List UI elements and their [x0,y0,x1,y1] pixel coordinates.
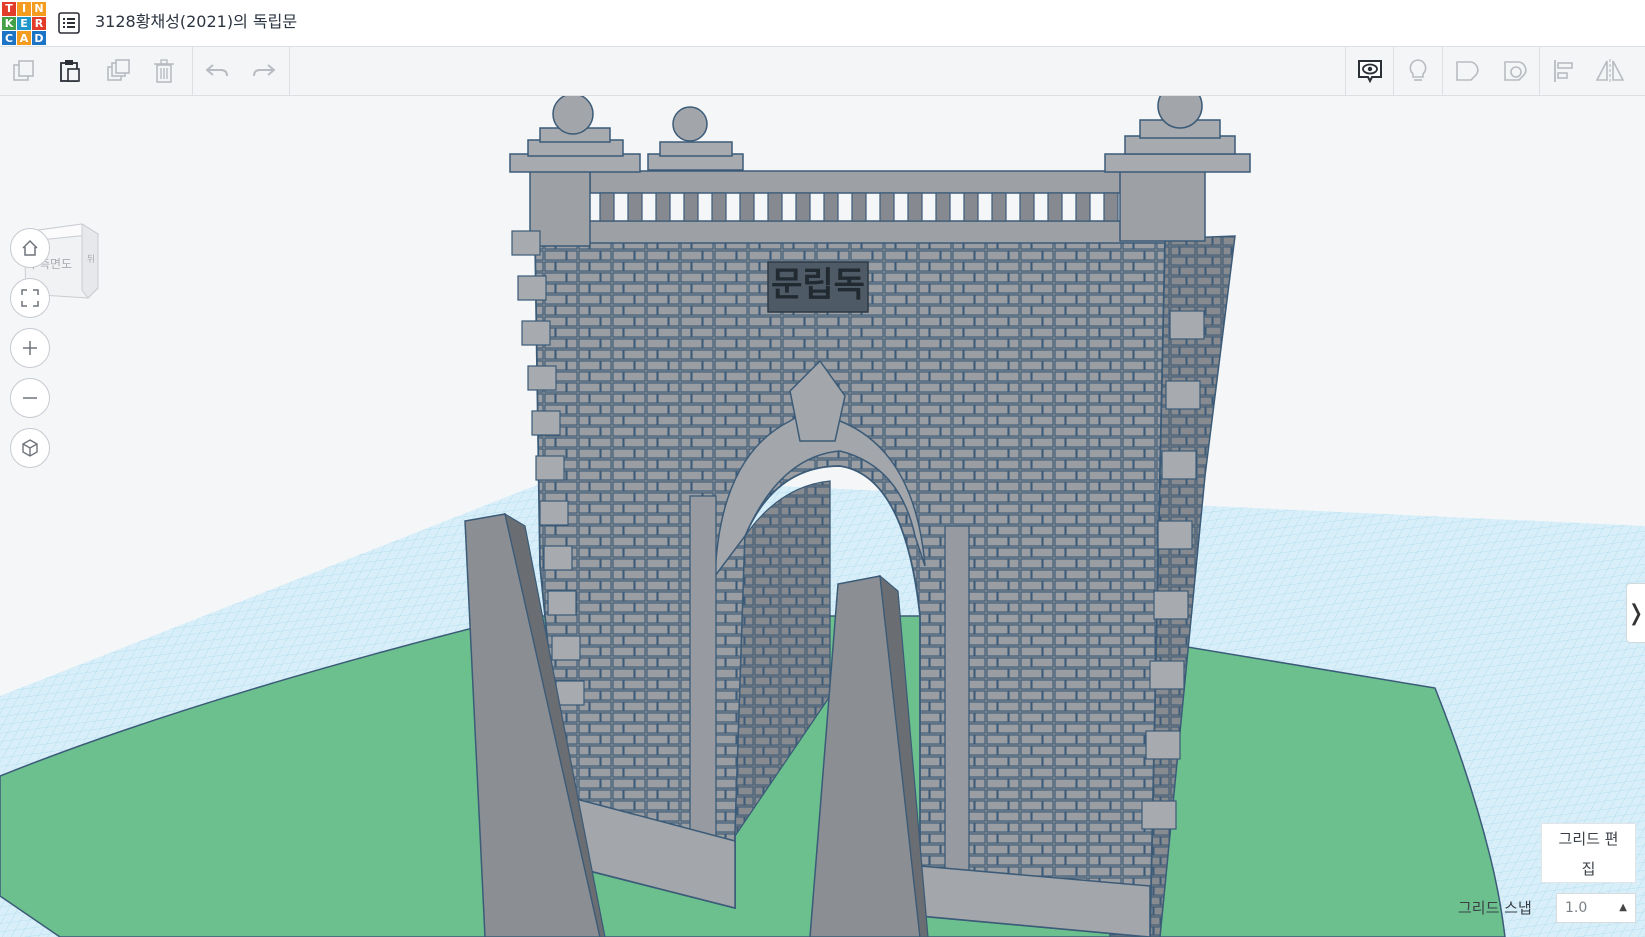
document-title[interactable]: 3128황채성(2021)의 독립문 [95,11,297,33]
chevron-right-icon: ❭ [1626,600,1645,626]
hole-shape-icon[interactable] [1499,55,1531,87]
parapet-rail [589,170,1136,194]
logo-letter: K [2,16,16,31]
grid-snap-value: 1.0 [1565,900,1588,916]
redo-icon[interactable] [248,55,280,87]
delete-icon[interactable] [148,55,180,87]
copy-icon[interactable] [8,55,40,87]
tinkercad-logo[interactable]: T I N K E R C A D [2,2,46,45]
design-list-icon[interactable] [58,12,80,34]
caret-up-icon: ▲ [1619,902,1627,913]
zoom-in-button[interactable] [10,328,50,368]
corner-block-right [1119,170,1206,242]
edit-grid-label-line2: 집 [1581,860,1596,878]
align-icon[interactable] [1548,55,1580,87]
shapes-panel-toggle[interactable]: ❭ [1626,583,1645,643]
finial-ball-left [552,96,594,135]
minus-icon [23,397,37,399]
toolbar-divider [192,47,193,95]
parapet-balusters [599,192,1119,222]
home-view-button[interactable] [10,228,50,268]
ortho-view-button[interactable] [10,428,50,468]
undo-icon[interactable] [201,55,233,87]
fit-all-button[interactable] [10,278,50,318]
light-bulb-icon[interactable] [1402,55,1434,87]
plaque-text: 문립독 [771,265,865,305]
home-icon [22,239,38,256]
edit-grid-button[interactable]: 그리드 편 집 [1541,823,1636,883]
arch-pillar-right [944,525,970,872]
logo-letter: A [17,31,31,45]
cap-right-1 [1104,153,1251,173]
toolbar-divider [1393,47,1394,95]
workplane-viewport[interactable]: 문립독 우측면도 뒤 ❭ [0,96,1645,937]
grid-snap-select[interactable]: 1.0 ▲ [1556,893,1636,923]
cap-mid-2 [659,141,733,157]
view-cube-side-label: 뒤 [87,253,95,265]
cube-perspective-icon [22,439,38,457]
duplicate-icon[interactable] [102,55,134,87]
arch-pillar-left [689,495,717,877]
plus-icon [23,341,37,355]
toolbar-divider [1345,47,1346,95]
logo-letter: I [17,2,31,16]
solid-shape-icon[interactable] [1451,55,1483,87]
top-bar: T I N K E R C A D 3128황채성(2021)의 독립문 [0,0,1645,47]
logo-letter: T [2,2,16,16]
notes-visibility-icon[interactable] [1354,55,1386,87]
zoom-out-button[interactable] [10,378,50,418]
edit-toolbar [0,47,1645,96]
finial-ball-mid [672,106,708,142]
grid-snap-label: 그리드 스냅 [1458,899,1532,917]
paste-icon[interactable] [54,55,86,87]
edit-grid-label-line1: 그리드 편 [1558,830,1619,848]
logo-letter: E [17,16,31,31]
toolbar-divider [1442,47,1443,95]
mirror-icon[interactable] [1594,55,1626,87]
scene-3d[interactable]: 문립독 [0,96,1645,937]
logo-letter: R [32,16,46,31]
logo-letter: D [32,31,46,45]
parapet-base [539,220,1166,244]
toolbar-divider [289,47,290,95]
logo-letter: C [2,31,16,45]
fit-view-icon [21,289,39,307]
toolbar-divider [1539,47,1540,95]
logo-letter: N [32,2,46,16]
